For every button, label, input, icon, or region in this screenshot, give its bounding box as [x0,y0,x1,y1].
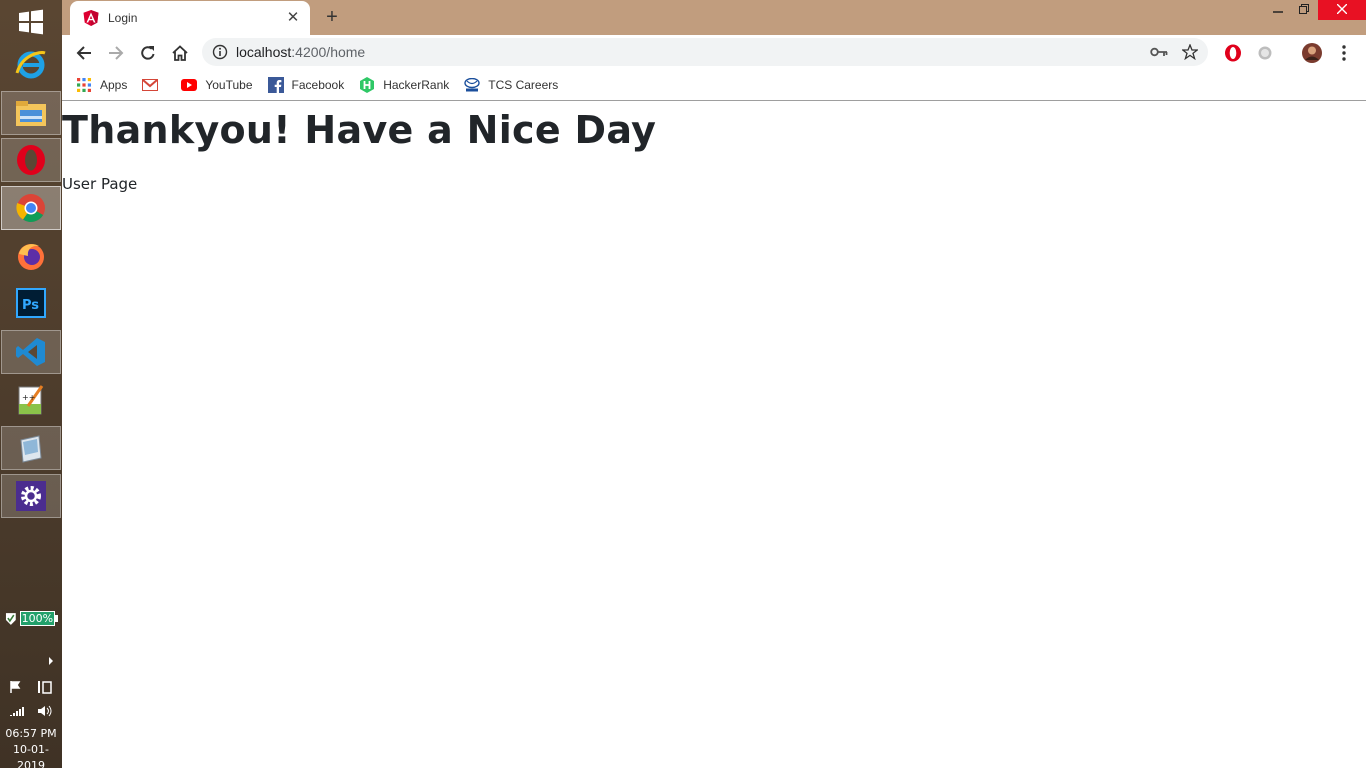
taskbar-file-explorer[interactable] [1,91,61,135]
restore-icon [1299,4,1309,14]
tab-close-icon[interactable]: ✕ [284,9,302,27]
taskbar-notes-app[interactable] [1,426,61,470]
bookmark-hackerrank[interactable]: HackerRank [359,76,450,93]
browser-toolbar: localhost:4200/home [62,35,1366,69]
address-bar[interactable]: localhost:4200/home [202,38,1208,66]
battery-percent: 100% [21,612,54,625]
page-text: User Page [62,175,138,193]
file-explorer-icon [16,101,46,126]
tray-row-2 [0,704,62,718]
taskbar-internet-explorer[interactable] [1,42,61,86]
new-tab-button[interactable]: + [320,5,344,29]
svg-text:Ps: Ps [22,298,39,313]
tab-title: Login [108,11,138,25]
bookmark-tcs-careers[interactable]: TCS Careers [464,77,558,93]
forward-button[interactable] [102,39,130,67]
action-center-flag-icon[interactable] [9,680,25,694]
chevron-right-icon [49,657,53,665]
extension-circle-icon [1258,46,1272,60]
bookmark-facebook[interactable]: Facebook [267,76,345,93]
battery-nub [55,615,58,622]
opera-icon [17,145,45,175]
bookmarks-bar: Apps YouTube Facebook HackerRank TCS Car… [62,69,1366,101]
photoshop-icon: Ps [16,288,46,318]
close-window-button[interactable] [1318,0,1366,20]
info-icon[interactable] [212,44,228,60]
more-vertical-icon [1342,45,1346,61]
extension-button[interactable] [1251,39,1279,67]
tray-row-1 [0,680,62,694]
clock[interactable]: 06:57 PM 10-01-2019 [0,726,62,768]
internet-explorer-icon [15,51,46,79]
angular-icon [83,10,99,26]
notepad-plus-plus-icon: ++ [18,385,44,415]
windows-icon [19,9,43,35]
home-icon [172,45,188,61]
clock-time: 06:57 PM [5,727,57,740]
star-bookmark-icon[interactable] [1182,44,1198,60]
show-hidden-icons[interactable] [0,656,62,669]
url-path: :4200/home [291,44,366,60]
bookmark-label: HackerRank [383,77,450,92]
taskbar-chrome[interactable] [1,186,61,230]
start-button[interactable] [1,0,61,44]
hackerrank-icon [359,76,375,93]
bookmark-apps[interactable]: Apps [76,77,127,93]
back-button[interactable] [70,39,98,67]
battery-indicator[interactable]: 100% [4,610,58,627]
chrome-icon [16,194,45,222]
svg-text:++: ++ [22,393,35,402]
volume-icon[interactable] [37,704,53,718]
minimize-button[interactable] [1264,0,1292,20]
bookmark-youtube[interactable]: YouTube [181,77,253,93]
wifi-signal-icon[interactable] [9,704,25,718]
bookmark-label: Apps [100,77,128,92]
notebook-icon [20,435,42,463]
clock-date: 10-01-2019 [13,743,49,768]
reload-icon [141,46,155,60]
menu-button[interactable] [1330,39,1358,67]
youtube-icon [181,77,198,93]
taskbar-notepad-plus-plus[interactable]: ++ [1,378,61,422]
reload-button[interactable] [134,39,162,67]
page-content: Thankyou! Have a Nice Day User Page [62,101,1366,768]
profile-button[interactable] [1298,39,1326,67]
vscode-icon [16,338,45,366]
opera-extension-icon [1225,44,1241,62]
url-host: localhost [236,44,292,60]
back-arrow-icon [76,46,91,60]
bookmark-label: Facebook [291,77,345,92]
avatar [1302,43,1322,63]
opera-extension-button[interactable] [1219,39,1247,67]
gear-icon [16,481,46,511]
key-icon[interactable] [1150,46,1168,58]
taskbar-firefox[interactable] [1,234,61,278]
home-button[interactable] [166,39,194,67]
forward-arrow-icon [109,46,124,60]
bookmark-label: TCS Careers [488,77,559,92]
battery-level: 100% [19,611,56,626]
taskbar-photoshop[interactable]: Ps [1,281,61,325]
gmail-icon [142,77,159,93]
tata-icon [464,77,480,93]
taskbar-settings[interactable] [1,474,61,518]
taskbar: Ps ++ 100% 06:57 PM 10-01-2019 [0,0,62,768]
firefox-icon [18,244,44,270]
page-title: Thankyou! Have a Nice Day [62,108,657,152]
minimize-icon [1273,11,1283,13]
tab-login[interactable]: Login ✕ [70,1,310,35]
power-options-icon[interactable] [37,680,53,694]
url-text: localhost:4200/home [236,44,365,60]
facebook-icon [267,76,284,93]
bookmark-gmail[interactable] [142,77,166,93]
taskbar-opera[interactable] [1,138,61,182]
taskbar-vscode[interactable] [1,330,61,374]
bookmark-label: YouTube [205,77,253,92]
restore-button[interactable] [1290,0,1318,20]
apps-grid-icon [76,77,92,93]
power-plug-icon [5,612,16,625]
close-icon [1336,3,1348,15]
tab-strip: Login ✕ + [62,0,1366,35]
